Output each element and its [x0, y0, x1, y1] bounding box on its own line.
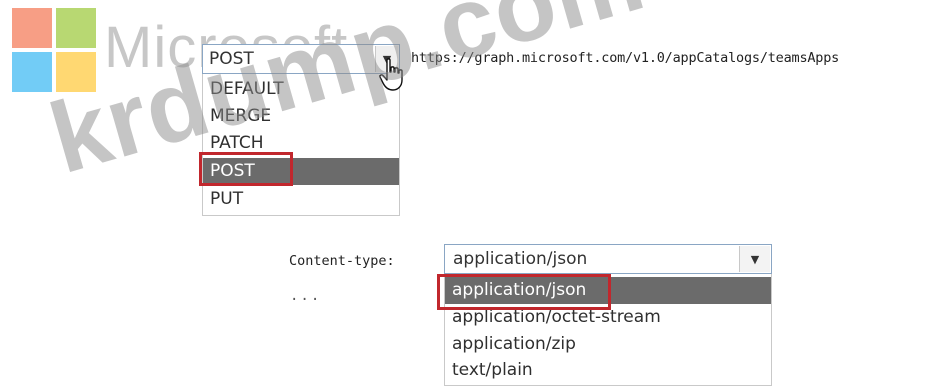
request-url: https://graph.microsoft.com/v1.0/appCata… [411, 50, 840, 66]
logo-square-red [12, 8, 52, 48]
ellipsis-text: ... [290, 288, 322, 304]
http-method-select[interactable]: POST ▼ [202, 44, 400, 74]
content-type-option-text-plain[interactable]: text/plain [445, 357, 771, 384]
method-option-put[interactable]: PUT [203, 186, 399, 213]
http-method-options: DEFAULT MERGE PATCH POST PUT [202, 74, 400, 216]
content-type-option-json[interactable]: application/json [445, 277, 771, 304]
http-method-value: POST [209, 49, 254, 69]
method-option-post[interactable]: POST [203, 158, 399, 185]
content-type-options: application/json application/octet-strea… [444, 274, 772, 386]
content-type-option-octet-stream[interactable]: application/octet-stream [445, 304, 771, 331]
hand-pointer-icon [379, 58, 403, 91]
method-option-patch[interactable]: PATCH [203, 130, 399, 157]
logo-square-yellow [56, 52, 96, 92]
method-option-default[interactable]: DEFAULT [203, 76, 399, 103]
content-type-select[interactable]: application/json ▼ [444, 244, 772, 274]
content-type-option-zip[interactable]: application/zip [445, 331, 771, 358]
logo-square-blue [12, 52, 52, 92]
microsoft-logo [12, 8, 98, 94]
method-option-merge[interactable]: MERGE [203, 103, 399, 130]
logo-square-green [56, 8, 96, 48]
triangle-down-icon[interactable]: ▼ [739, 246, 770, 272]
content-type-value: application/json [453, 249, 588, 269]
content-type-label: Content-type: [289, 253, 395, 269]
